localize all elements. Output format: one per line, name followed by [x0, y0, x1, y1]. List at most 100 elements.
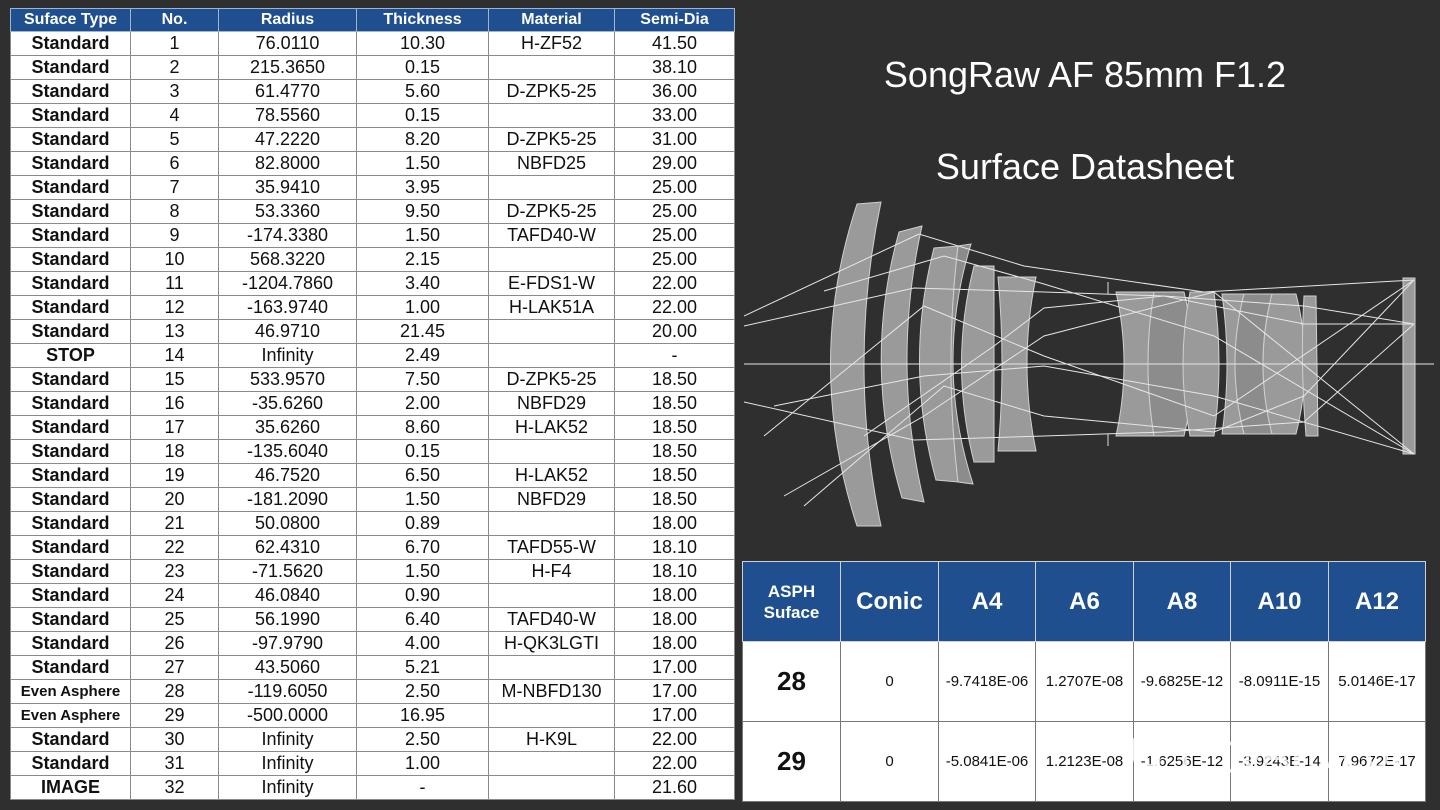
- table-cell: Standard: [10, 31, 131, 56]
- table-cell: 533.9570: [218, 367, 357, 392]
- column-header: Material: [488, 8, 615, 32]
- table-cell: STOP: [10, 343, 131, 368]
- table-row: Standard 27 43.5060 5.21 17.00: [10, 655, 735, 680]
- table-cell: 10.30: [356, 31, 489, 56]
- table-cell: Standard: [10, 319, 131, 344]
- asph-coefficient: -5.0841E-06: [938, 721, 1036, 802]
- table-cell: Standard: [10, 223, 131, 248]
- table-cell: [488, 439, 615, 464]
- table-cell: 26: [130, 631, 219, 656]
- surface-table-header: Suface Type No. Radius Thickness Material Sem…: [10, 8, 735, 32]
- table-cell: 18.50: [614, 415, 735, 440]
- column-header: Suface Type: [10, 8, 131, 32]
- table-cell: 1.50: [356, 559, 489, 584]
- table-cell: 0.15: [356, 439, 489, 464]
- table-cell: 6.40: [356, 607, 489, 632]
- table-cell: 25: [130, 607, 219, 632]
- table-cell: [488, 655, 615, 680]
- table-cell: [488, 175, 615, 200]
- table-cell: 1.50: [356, 487, 489, 512]
- table-cell: 16.95: [356, 703, 489, 728]
- surface-datasheet-table: Suface Type No. Radius Thickness Material Sem…: [10, 8, 735, 800]
- table-cell: 1.50: [356, 151, 489, 176]
- table-cell: 18.00: [614, 511, 735, 536]
- table-cell: 19: [130, 463, 219, 488]
- table-cell: 47.2220: [218, 127, 357, 152]
- table-cell: Infinity: [218, 751, 357, 776]
- table-cell: 8.60: [356, 415, 489, 440]
- table-cell: 18.10: [614, 559, 735, 584]
- table-cell: 18.10: [614, 535, 735, 560]
- table-cell: 62.4310: [218, 535, 357, 560]
- table-cell: Standard: [10, 463, 131, 488]
- table-cell: 8.20: [356, 127, 489, 152]
- table-cell: 2.50: [356, 679, 489, 704]
- table-cell: TAFD55-W: [488, 535, 615, 560]
- table-row: Standard 30 Infinity 2.50 H-K9L 22.00: [10, 727, 735, 752]
- table-cell: 0.89: [356, 511, 489, 536]
- table-cell: 2: [130, 55, 219, 80]
- table-cell: [488, 751, 615, 776]
- table-cell: 46.7520: [218, 463, 357, 488]
- table-cell: 14: [130, 343, 219, 368]
- table-cell: IMAGE: [10, 775, 131, 800]
- table-row: Standard 19 46.7520 6.50 H-LAK52 18.50: [10, 463, 735, 488]
- table-cell: 7: [130, 175, 219, 200]
- table-cell: 11: [130, 271, 219, 296]
- table-cell: 3: [130, 79, 219, 104]
- table-cell: 21.45: [356, 319, 489, 344]
- table-cell: 6: [130, 151, 219, 176]
- table-cell: 4: [130, 103, 219, 128]
- table-cell: 22.00: [614, 727, 735, 752]
- table-cell: 31: [130, 751, 219, 776]
- table-row: STOP 14 Infinity 2.49 -: [10, 343, 735, 368]
- table-cell: -: [614, 343, 735, 368]
- table-cell: Infinity: [218, 343, 357, 368]
- table-cell: Standard: [10, 511, 131, 536]
- table-cell: 50.0800: [218, 511, 357, 536]
- table-cell: 18.50: [614, 439, 735, 464]
- asph-coefficient: -8.0911E-15: [1230, 641, 1329, 722]
- asph-surface-number: 28: [742, 641, 841, 722]
- table-cell: [488, 703, 615, 728]
- asph-column-header: A10: [1230, 561, 1329, 642]
- table-cell: 0.15: [356, 103, 489, 128]
- table-cell: H-LAK52: [488, 463, 615, 488]
- table-row: Standard 23 -71.5620 1.50 H-F4 18.10: [10, 559, 735, 584]
- table-cell: 18: [130, 439, 219, 464]
- table-row: Standard 8 53.3360 9.50 D-ZPK5-25 25.00: [10, 199, 735, 224]
- table-cell: -97.9790: [218, 631, 357, 656]
- table-cell: M-NBFD130: [488, 679, 615, 704]
- table-cell: Standard: [10, 631, 131, 656]
- lens-layout-diagram: [744, 201, 1434, 527]
- table-cell: 30: [130, 727, 219, 752]
- table-cell: 27: [130, 655, 219, 680]
- table-row: Standard 5 47.2220 8.20 D-ZPK5-25 31.00: [10, 127, 735, 152]
- table-cell: 215.3650: [218, 55, 357, 80]
- table-cell: -1204.7860: [218, 271, 357, 296]
- table-cell: 18.00: [614, 631, 735, 656]
- asph-column-header: A4: [938, 561, 1036, 642]
- table-row: IMAGE 32 Infinity - 21.60: [10, 775, 735, 800]
- table-cell: 1.00: [356, 751, 489, 776]
- table-cell: 25.00: [614, 223, 735, 248]
- asph-column-header: ASPH Suface: [742, 561, 841, 642]
- table-cell: Standard: [10, 127, 131, 152]
- table-cell: 17: [130, 415, 219, 440]
- table-cell: -119.6050: [218, 679, 357, 704]
- table-row: Standard 13 46.9710 21.45 20.00: [10, 319, 735, 344]
- table-cell: H-LAK51A: [488, 295, 615, 320]
- table-row: Standard 26 -97.9790 4.00 H-QK3LGTI 18.00: [10, 631, 735, 656]
- table-cell: 82.8000: [218, 151, 357, 176]
- table-cell: 25.00: [614, 247, 735, 272]
- table-row: Standard 3 61.4770 5.60 D-ZPK5-25 36.00: [10, 79, 735, 104]
- table-cell: Standard: [10, 655, 131, 680]
- table-cell: -500.0000: [218, 703, 357, 728]
- table-cell: Standard: [10, 199, 131, 224]
- table-cell: D-ZPK5-25: [488, 199, 615, 224]
- table-cell: Standard: [10, 559, 131, 584]
- table-cell: H-F4: [488, 559, 615, 584]
- table-row: Standard 25 56.1990 6.40 TAFD40-W 18.00: [10, 607, 735, 632]
- table-cell: 29: [130, 703, 219, 728]
- table-cell: [488, 55, 615, 80]
